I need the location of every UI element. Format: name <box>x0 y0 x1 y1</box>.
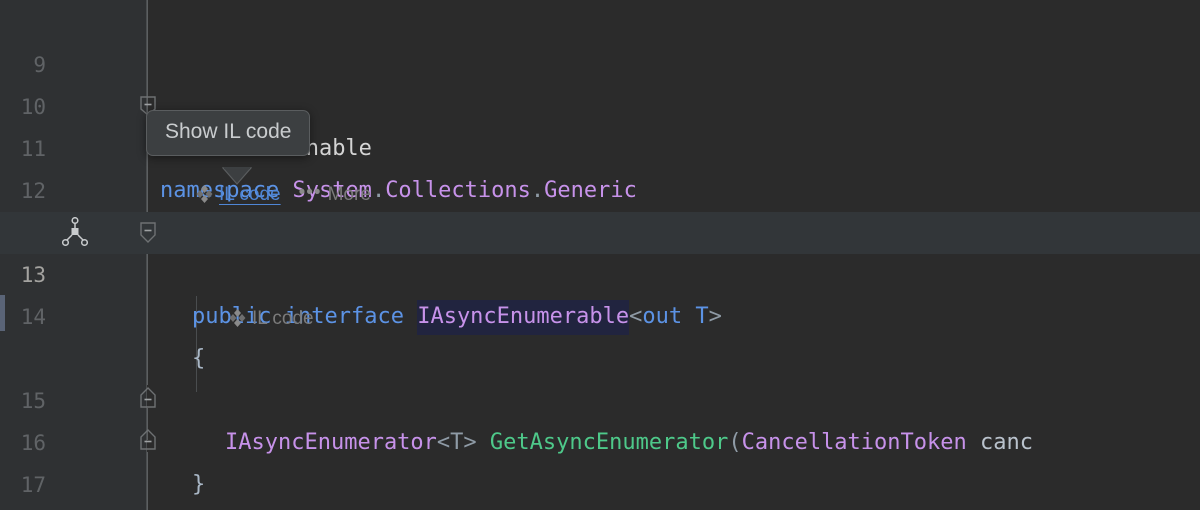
type-name: IAsyncEnumerable <box>417 304 630 329</box>
il-code-diamond-icon <box>195 183 214 213</box>
line-number[interactable]: 18 <box>0 506 46 510</box>
code-line-9: 9 <box>0 2 1200 77</box>
line-number[interactable]: 12 <box>0 170 46 212</box>
fold-collapse-icon-line-13[interactable] <box>137 221 159 247</box>
code-line-17: 17 } <box>0 422 1200 497</box>
tooltip-arrow <box>221 166 253 191</box>
namespace-dot: . <box>530 178 545 203</box>
namespace-dot: . <box>371 178 386 203</box>
namespace-part: Generic <box>544 178 637 203</box>
implemented-by-icon[interactable] <box>61 216 89 251</box>
code-editor: 9 10 #nullable enable 11 namespace Syste… <box>0 0 1200 510</box>
codelens-row-inner: IL code <box>228 304 314 334</box>
variance-keyword: out <box>642 304 683 329</box>
tooltip-show-il-code: Show IL code <box>146 110 311 156</box>
code-line-14: 14 { <box>0 254 1200 371</box>
codelens-more-link[interactable]: More <box>328 184 371 205</box>
code-line-15: 15 IAsyncEnumerator<T> GetAsyncEnumerato… <box>0 338 1200 455</box>
line-number[interactable]: 14 <box>0 296 46 338</box>
fold-collapse-icon-line-17[interactable] <box>137 429 159 455</box>
codelens-il-code-label[interactable]: IL code <box>252 308 314 329</box>
type-parameter: T <box>695 304 709 329</box>
generic-open: < <box>629 304 643 329</box>
code-line-16: 16 } <box>0 380 1200 497</box>
generic-close: > <box>708 304 722 329</box>
code-line-13: 13 public interface IAsyncEnumerable<out… <box>0 212 1200 335</box>
namespace-part: Collections <box>385 178 531 203</box>
fold-collapse-icon-line-16[interactable] <box>137 387 159 413</box>
line-content[interactable]: } <box>160 506 173 510</box>
il-code-diamond-icon <box>228 307 247 337</box>
ellipsis-icon[interactable]: ••• <box>299 178 322 208</box>
code-line-18: 18 <box>0 464 1200 506</box>
code-line-10: 10 #nullable enable <box>0 44 1200 161</box>
tooltip-text: Show IL code <box>165 120 292 143</box>
selected-identifier[interactable]: IAsyncEnumerable <box>417 300 630 335</box>
